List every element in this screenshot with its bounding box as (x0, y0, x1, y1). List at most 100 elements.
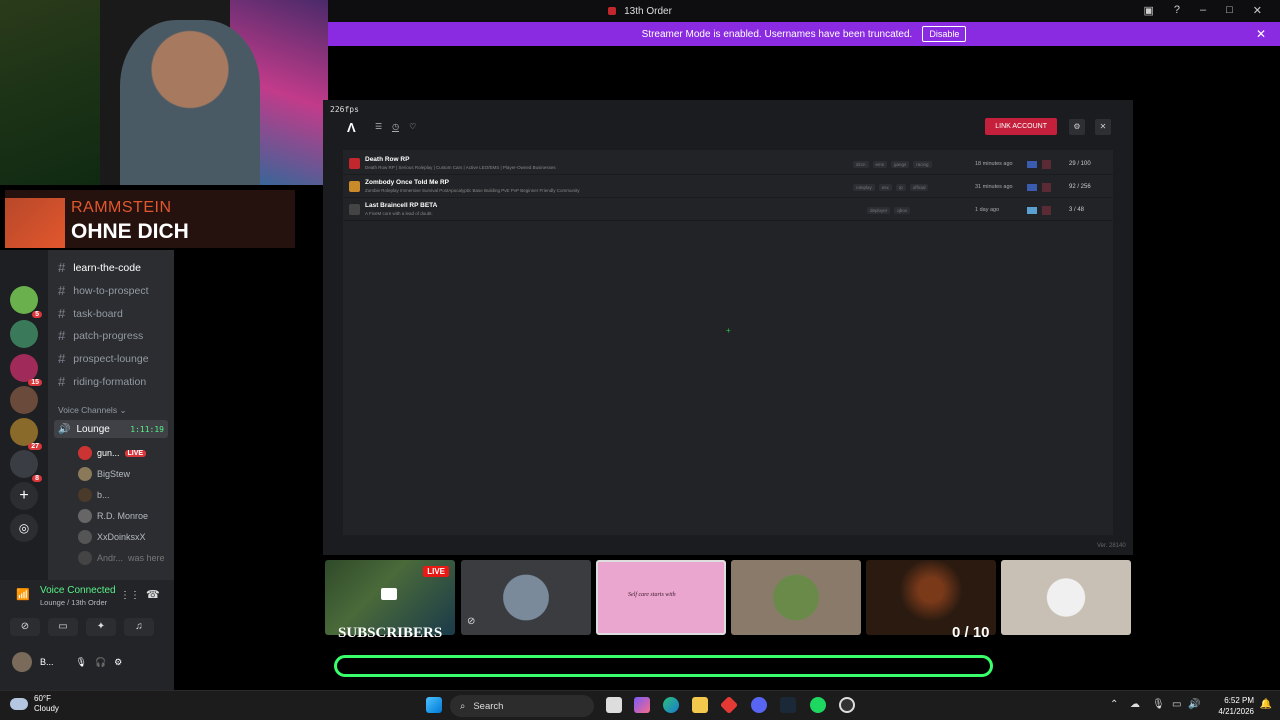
channel-riding-formation[interactable]: # riding-formation (58, 374, 146, 389)
settings-icon[interactable]: ⚙ (1069, 119, 1085, 135)
server-row[interactable]: Last Braincell RP BETA A FiveM core with… (343, 199, 1113, 221)
unread-badge: 8 (32, 475, 42, 482)
link-account-button[interactable]: LINK ACCOUNT (985, 118, 1057, 135)
search-placeholder: Search (473, 700, 504, 712)
help-icon[interactable]: ? (1174, 4, 1180, 17)
server-icon[interactable] (10, 386, 38, 414)
subscribers-panel: LIVE (325, 560, 455, 635)
steam-icon[interactable] (780, 697, 796, 713)
obs-icon[interactable] (839, 697, 855, 713)
noise-suppression-icon[interactable]: ⋮⋮ (120, 590, 140, 601)
channel-patch-progress[interactable]: # patch-progress (58, 328, 143, 343)
game-toolbar: Λ ☰ ◷ ♡ LINK ACCOUNT ⚙ ✕ (343, 118, 1113, 138)
server-icon[interactable]: 8 (10, 450, 42, 482)
server-tags: dzcn ems gangs racing (853, 161, 932, 168)
voice-user[interactable]: XxDoinksxX (78, 530, 146, 544)
voice-status: Voice Connected (40, 585, 116, 596)
game-close-icon[interactable]: ✕ (1095, 119, 1111, 135)
app-icon[interactable] (719, 695, 739, 715)
signal-icon: 📶 (16, 589, 30, 601)
server-row[interactable]: Death Row RP Death Row RP | Serious Role… (343, 153, 1113, 175)
spotify-icon[interactable] (810, 697, 826, 713)
tray-overflow-icon[interactable]: ⌃ (1110, 699, 1118, 710)
voice-user[interactable]: Andr... was here (78, 551, 165, 565)
channel-how-to-prospect[interactable]: # how-to-prospect (58, 283, 149, 298)
server-name: Zombody Once Told Me RP (365, 179, 450, 186)
server-description: A FiveM core with a lead of doubt. (365, 211, 433, 216)
voice-channel-lounge[interactable]: 🔊 Lounge 1:11:19 (54, 420, 168, 438)
network-icon[interactable]: ▭ (1172, 699, 1181, 710)
settings-gear-icon[interactable]: ⚙ (114, 657, 122, 668)
self-care-text: Self care starts with (628, 592, 676, 598)
voice-channels-header[interactable]: Voice Channels ⌄ (58, 405, 127, 416)
channel-prospect-lounge[interactable]: # prospect-lounge (58, 351, 149, 366)
activities-button[interactable]: ✦ (86, 618, 116, 636)
favorites-tab-icon[interactable]: ♡ (409, 122, 416, 132)
tag: deployer (867, 207, 891, 214)
history-tab-icon[interactable]: ◷ (392, 122, 400, 132)
server-tags: roleplay esx rp official (853, 184, 929, 191)
voice-connection-panel: 📶 Voice Connected Lounge / 13th Order ⋮⋮… (0, 580, 174, 690)
server-icon[interactable] (10, 320, 38, 348)
taskbar-search[interactable]: ⌕ Search (450, 695, 594, 717)
task-view-icon[interactable] (606, 697, 622, 713)
voice-location: Lounge / 13th Order (40, 598, 108, 607)
add-server-icon[interactable]: + (10, 482, 38, 510)
version-label: Ver. 28140 (1097, 543, 1126, 549)
close-window-button[interactable]: ✕ (1253, 4, 1262, 17)
channel-name: prospect-lounge (73, 352, 149, 365)
notifications-icon[interactable]: 🔔 (1260, 699, 1272, 710)
avatar[interactable] (12, 652, 32, 672)
server-icon[interactable]: 27 (10, 418, 42, 450)
banner-close-icon[interactable]: ✕ (1256, 27, 1266, 41)
onedrive-icon[interactable]: ☁ (1130, 699, 1140, 710)
muted-icon: ⊘ (467, 616, 476, 627)
tag: racing (913, 161, 932, 168)
system-clock[interactable]: 6:52 PM 4/21/2026 (1218, 695, 1254, 717)
avatar (78, 488, 92, 502)
server-icon[interactable]: 15 (10, 354, 42, 386)
volume-icon[interactable]: 🔊 (1188, 699, 1200, 710)
avatar (78, 446, 92, 460)
server-row[interactable]: Zombody Once Told Me RP Zombie Roleplay … (343, 176, 1113, 198)
edge-icon[interactable] (663, 697, 679, 713)
weather-widget[interactable]: 60°F Cloudy (10, 694, 59, 714)
voice-user[interactable]: BigStew (78, 467, 130, 481)
channel-task-board[interactable]: # task-board (58, 306, 123, 321)
discover-icon[interactable]: ◎ (10, 514, 38, 542)
channel-learn-the-code[interactable]: # learn-the-code (58, 260, 141, 275)
server-uptime: 1 day ago (975, 207, 1000, 213)
goal-progress-bar (334, 655, 993, 677)
avatar (78, 509, 92, 523)
server-icon[interactable]: 5 (10, 286, 42, 318)
list-tab-icon[interactable]: ☰ (375, 122, 382, 132)
voice-user[interactable]: gun... LIVE (78, 446, 147, 460)
file-explorer-icon[interactable] (692, 697, 708, 713)
hash-icon: # (58, 374, 66, 389)
channel-name: how-to-prospect (73, 284, 149, 297)
headphones-icon[interactable]: 🎧 (95, 657, 106, 668)
maximize-button[interactable]: □ (1226, 4, 1233, 17)
disconnect-icon[interactable]: ☎ (146, 588, 160, 601)
soundboard-button[interactable]: ♫ (124, 618, 154, 636)
minimize-button[interactable]: – (1200, 4, 1206, 17)
screenshot-icon[interactable]: ▣ (1143, 4, 1153, 17)
screen-share-button[interactable]: ▭ (48, 618, 78, 636)
windows-start-icon[interactable] (426, 697, 442, 713)
voice-user[interactable]: b... (78, 488, 110, 502)
group-photo-thumbnail (731, 560, 861, 635)
voice-user[interactable]: R.D. Monroe (78, 509, 148, 523)
copilot-icon[interactable] (634, 697, 650, 713)
camera-off-button[interactable]: ⊘ (10, 618, 40, 636)
crosshair-icon: + (726, 326, 731, 335)
window-title: 13th Order (624, 5, 672, 17)
server-name: Last Braincell RP BETA (365, 202, 438, 209)
user-name: XxDoinksxX (97, 532, 146, 542)
mic-icon[interactable]: 🎙 (76, 657, 87, 668)
disable-streamer-mode-button[interactable]: Disable (922, 26, 967, 42)
discord-icon[interactable] (751, 697, 767, 713)
clock-date: 4/21/2026 (1218, 707, 1254, 716)
mic-tray-icon[interactable]: 🎙 (1152, 699, 1165, 710)
chat-icon (381, 588, 397, 600)
channel-name: riding-formation (73, 375, 147, 388)
